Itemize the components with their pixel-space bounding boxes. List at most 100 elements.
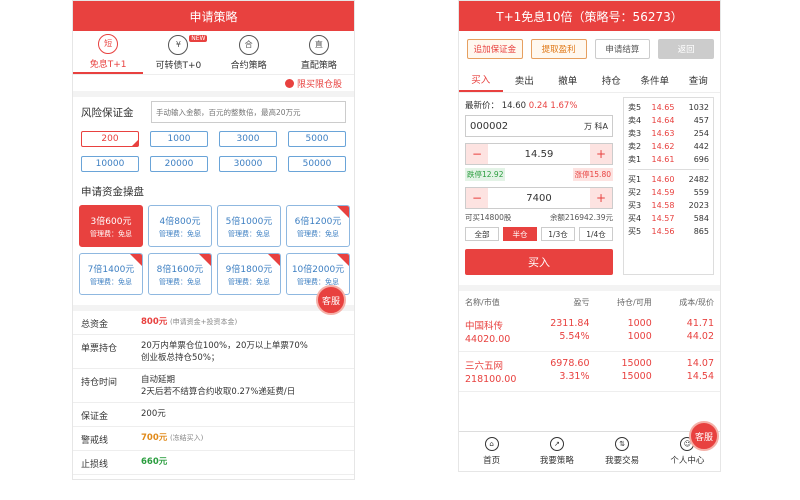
withdraw-profit-button[interactable]: 提取盈利 [530, 39, 587, 59]
level: 卖1 [628, 155, 642, 164]
amount-option[interactable]: 50000 [288, 156, 346, 172]
margin-row: 风险保证金 [73, 97, 354, 127]
amount-option[interactable]: 1000 [150, 131, 208, 147]
pos-name: 中国科传 [465, 321, 504, 332]
quantity-value[interactable]: 7400 [488, 193, 590, 204]
nav-convertible-bond-t0[interactable]: ¥ 可转债T+0 NEW [143, 31, 213, 74]
multiple-main: 7倍1400元 [87, 264, 135, 275]
nav-trade[interactable]: ⇅ 我要交易 [590, 432, 655, 471]
multiple-option[interactable]: 6倍1200元 管理费：免息 [286, 205, 350, 247]
plus-icon[interactable]: + [590, 144, 612, 164]
pos-hold: 1000 [627, 318, 652, 329]
pos-value: 218100.00 [465, 374, 517, 385]
warn-value: 700元 [141, 433, 168, 443]
plus-icon[interactable]: + [590, 188, 612, 208]
level: 买4 [628, 214, 642, 223]
amount-option[interactable]: 200 [81, 131, 139, 147]
amount-option[interactable]: 3000 [219, 131, 277, 147]
info-key: 警戒线 [81, 436, 109, 446]
nav-contract-strategy[interactable]: 合 合约策略 [214, 31, 284, 74]
tab-condition[interactable]: 条件单 [633, 67, 677, 92]
multiple-main: 5倍1000元 [225, 216, 273, 227]
limit-down[interactable]: 跌停12.92 [465, 168, 506, 181]
portion-option[interactable]: 半仓 [503, 227, 537, 241]
bid-price[interactable]: 14.56 [652, 227, 682, 236]
tab-query[interactable]: 查询 [677, 67, 721, 92]
position-row[interactable]: 中国科传 44020.00 2311.84 5.54% 1000 1000 41.71… [459, 312, 720, 352]
margin-label: 风险保证金 [81, 106, 134, 119]
amount-option[interactable]: 20000 [150, 156, 208, 172]
nav-label: 我要交易 [605, 456, 640, 466]
corner-tag [199, 254, 211, 266]
nav-direct-strategy[interactable]: 直 直配策略 [284, 31, 354, 74]
bid-price[interactable]: 14.60 [652, 175, 682, 184]
tab-position[interactable]: 持仓 [590, 67, 634, 92]
amount-option[interactable]: 10000 [81, 156, 139, 172]
customer-service-icon[interactable]: 客服 [689, 421, 719, 451]
single-line-2: 创业板总持仓50%； [141, 353, 220, 363]
bid-price[interactable]: 14.58 [652, 201, 682, 210]
ask-price[interactable]: 14.63 [652, 129, 682, 138]
price-limits: 跌停12.92 涨停15.80 [465, 168, 613, 181]
pos-value: 44020.00 [465, 334, 511, 345]
pos-now: 14.54 [686, 371, 714, 382]
multiple-main: 8倍1600元 [156, 264, 204, 275]
multiple-option[interactable]: 9倍1800元 管理费：免息 [217, 253, 281, 295]
apply-settlement-button[interactable]: 申请结算 [594, 39, 651, 59]
multiple-option[interactable]: 3倍600元 管理费：免息 [79, 205, 143, 247]
stock-code-input[interactable]: 000002 万 科A [465, 115, 613, 137]
nav-label: 个人中心 [670, 456, 705, 466]
add-margin-button[interactable]: 追加保证金 [467, 39, 523, 59]
limit-stocks-link[interactable]: 限买限仓股 [73, 75, 354, 97]
nav-label: 免息T+1 [89, 59, 127, 70]
portion-option[interactable]: 1/4仓 [579, 227, 613, 241]
multiple-option[interactable]: 5倍1000元 管理费：免息 [217, 205, 281, 247]
multiple-option[interactable]: 7倍1400元 管理费：免息 [79, 253, 143, 295]
multiple-option[interactable]: 4倍800元 管理费：免息 [148, 205, 212, 247]
customer-service-icon[interactable]: 客服 [316, 285, 346, 315]
bid-price[interactable]: 14.59 [652, 188, 682, 197]
ask-price[interactable]: 14.62 [652, 142, 682, 151]
limit-up[interactable]: 涨停15.80 [572, 168, 613, 181]
minus-icon[interactable]: − [466, 144, 488, 164]
latest-price-line: 最新价： 14.60 0.24 1.67% [465, 97, 613, 115]
ask-row: 卖5 14.65 1032 [628, 101, 709, 114]
order-form: 最新价： 14.60 0.24 1.67% 000002 万 科A − 14.5… [465, 97, 613, 275]
warn-note: (冻结买入) [169, 434, 204, 442]
tab-sell[interactable]: 卖出 [503, 67, 547, 92]
amount-option[interactable]: 5000 [288, 131, 346, 147]
nav-home[interactable]: ⌂ 首页 [459, 432, 524, 471]
ask-price[interactable]: 14.64 [652, 116, 682, 125]
back-button[interactable]: 返回 [658, 39, 714, 59]
ask-price[interactable]: 14.61 [652, 155, 682, 164]
level: 买2 [628, 188, 642, 197]
nav-free-interest-t1[interactable]: 短 免息T+1 [73, 31, 144, 74]
exchange-icon: ⇅ [615, 437, 630, 451]
pos-cost: 14.07 [686, 358, 714, 369]
pos-pl: 6978.60 [550, 358, 590, 369]
ask-qty: 696 [693, 155, 709, 164]
portion-option[interactable]: 全部 [465, 227, 499, 241]
multiple-option[interactable]: 8倍1600元 管理费：免息 [148, 253, 212, 295]
price-value[interactable]: 14.59 [488, 149, 590, 160]
bid-price[interactable]: 14.57 [652, 214, 682, 223]
minus-icon[interactable]: − [466, 188, 488, 208]
multiple-sub: 管理费：免息 [90, 277, 132, 286]
ask-price[interactable]: 14.65 [652, 103, 682, 112]
tab-cancel[interactable]: 撤单 [546, 67, 590, 92]
bid-row: 买2 14.59 559 [628, 186, 709, 199]
nav-label: 我要策略 [539, 456, 574, 466]
divider [628, 169, 709, 170]
balance: 余额216942.39元 [549, 213, 613, 222]
portion-option[interactable]: 1/3仓 [541, 227, 575, 241]
pos-name: 三六五网 [465, 361, 504, 372]
position-row[interactable]: 三六五网 218100.00 6978.60 3.31% 15000 15000 14… [459, 352, 720, 392]
tab-buy[interactable]: 买入 [459, 67, 503, 92]
amount-option[interactable]: 30000 [219, 156, 277, 172]
multiple-sub: 管理费：免息 [297, 229, 339, 238]
multiple-main: 3倍600元 [90, 216, 132, 227]
buy-button[interactable]: 买入 [465, 249, 613, 275]
ask-qty: 254 [693, 129, 709, 138]
nav-strategy[interactable]: ↗ 我要策略 [524, 432, 589, 471]
margin-input[interactable] [151, 101, 346, 123]
